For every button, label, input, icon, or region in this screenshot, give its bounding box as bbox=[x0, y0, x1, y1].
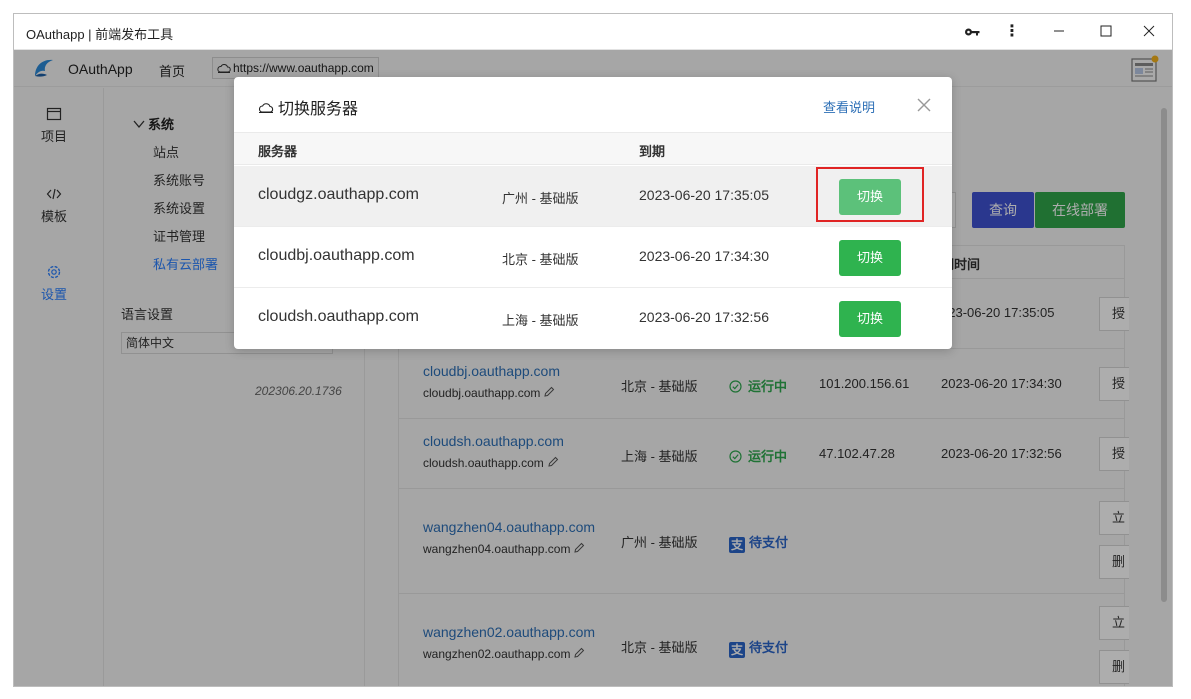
window-title: OAuthapp | 前端发布工具 bbox=[26, 27, 174, 42]
cloud-icon bbox=[258, 103, 274, 113]
server-expire: 2023-06-20 17:35:05 bbox=[639, 187, 769, 203]
highlight-box bbox=[816, 167, 924, 222]
server-row: cloudbj.oauthapp.com 北京 - 基础版 2023-06-20… bbox=[234, 227, 952, 288]
minimize-icon[interactable] bbox=[1049, 22, 1069, 40]
server-region: 北京 - 基础版 bbox=[502, 252, 579, 267]
titlebar: OAuthapp | 前端发布工具 ⋮ bbox=[14, 14, 1172, 50]
switch-server-dialog: 切换服务器 查看说明 服务器 到期 cloudgz.oauthapp.com 广… bbox=[234, 77, 952, 349]
column-header-server: 服务器 bbox=[258, 144, 298, 159]
key-icon[interactable] bbox=[964, 25, 980, 39]
server-host: cloudsh.oauthapp.com bbox=[258, 308, 419, 325]
switch-button[interactable]: 切换 bbox=[839, 301, 901, 337]
column-header-expiry: 到期 bbox=[639, 144, 666, 159]
maximize-icon[interactable] bbox=[1096, 22, 1116, 40]
close-icon[interactable] bbox=[917, 98, 931, 112]
server-expire: 2023-06-20 17:34:30 bbox=[639, 248, 769, 264]
dialog-title-text: 切换服务器 bbox=[278, 101, 359, 118]
more-menu-icon[interactable]: ⋮ bbox=[1004, 24, 1020, 40]
switch-button[interactable]: 切换 bbox=[839, 240, 901, 276]
server-row: cloudsh.oauthapp.com 上海 - 基础版 2023-06-20… bbox=[234, 288, 952, 349]
server-host: cloudgz.oauthapp.com bbox=[258, 186, 419, 203]
server-region: 广州 - 基础版 bbox=[502, 191, 579, 206]
server-expire: 2023-06-20 17:32:56 bbox=[639, 309, 769, 325]
window-close-icon[interactable] bbox=[1139, 22, 1159, 40]
server-host: cloudbj.oauthapp.com bbox=[258, 247, 415, 264]
dialog-title: 切换服务器 bbox=[258, 95, 358, 119]
dialog-table-header: 服务器 到期 bbox=[234, 132, 952, 165]
help-link[interactable]: 查看说明 bbox=[823, 97, 875, 116]
server-region: 上海 - 基础版 bbox=[502, 313, 579, 328]
